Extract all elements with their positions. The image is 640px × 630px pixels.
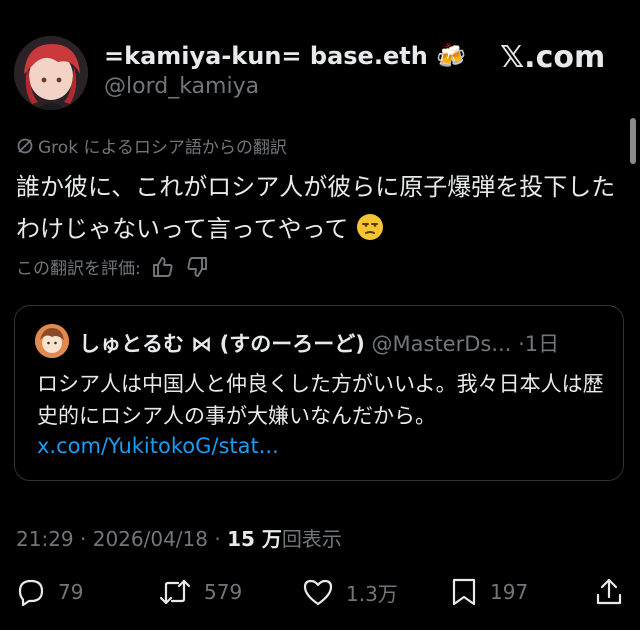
bookmark-button[interactable]: 197	[450, 570, 528, 614]
thumbs-up-icon[interactable]	[151, 255, 175, 279]
repost-button[interactable]: 579	[158, 570, 242, 614]
like-button[interactable]: 1.3万	[302, 570, 398, 614]
rate-translation: この翻訳を評価:	[16, 254, 209, 279]
scrollbar[interactable]	[630, 118, 636, 164]
rate-label: この翻訳を評価:	[16, 259, 141, 279]
tweet-text: 誰か彼に、これがロシア人が彼らに原子爆弾を投下したわけじゃないって言ってやって	[16, 166, 616, 250]
share-button[interactable]	[594, 570, 624, 614]
author-avatar[interactable]	[14, 36, 88, 110]
bookmark-icon	[450, 577, 478, 607]
share-icon	[594, 577, 624, 607]
quote-separator: ·	[518, 332, 525, 356]
reply-count: 79	[58, 580, 84, 604]
quote-author-handle[interactable]: @MasterDs...	[372, 332, 512, 356]
reply-icon	[16, 577, 46, 607]
quoted-tweet[interactable]: しゅとるむ ⋈ (すのーろーど) @MasterDs... ·1日 ロシア人は中…	[14, 305, 624, 481]
repost-icon	[158, 577, 192, 607]
heart-icon	[302, 577, 334, 607]
meta-separator: ·	[214, 527, 221, 551]
quote-age[interactable]: 1日	[525, 332, 559, 356]
author-handle[interactable]: @lord_kamiya	[104, 74, 259, 99]
bookmark-count: 197	[490, 580, 529, 604]
x-logo[interactable]: 𝕏.com	[500, 40, 605, 75]
repost-count: 579	[204, 580, 243, 604]
tweet-body: 誰か彼に、これがロシア人が彼らに原子爆弾を投下したわけじゃないって言ってやって	[16, 173, 616, 243]
translation-label: Grok によるロシア語からの翻訳	[38, 138, 287, 158]
reply-button[interactable]: 79	[16, 570, 83, 614]
meta-separator: ·	[80, 527, 87, 551]
quote-header: しゅとるむ ⋈ (すのーろーど) @MasterDs... ·1日	[79, 328, 559, 358]
unamused-face-icon	[356, 213, 384, 241]
beer-emoji: 🍻	[436, 42, 467, 70]
views-label: 回表示	[281, 527, 342, 551]
action-bar: 79 579 1.3万 197	[0, 570, 640, 614]
grok-icon	[16, 137, 34, 155]
like-count: 1.3万	[346, 581, 398, 606]
thumbs-down-icon[interactable]	[185, 255, 209, 279]
quote-link[interactable]: x.com/YukitokoG/stat...	[37, 434, 279, 458]
quote-author-name[interactable]: しゅとるむ ⋈ (すのーろーど)	[79, 332, 365, 356]
tweet-meta: 21:29 · 2026/04/18 · 15 万回表示	[16, 523, 342, 552]
author-name-text: =kamiya-kun= base.eth	[104, 42, 428, 70]
quote-text: ロシア人は中国人と仲良くした方がいいよ。我々日本人は歴史的にロシア人の事が大嫌い…	[37, 372, 604, 428]
tweet-date[interactable]: 2026/04/18	[93, 527, 208, 551]
views-count: 15 万	[227, 527, 282, 551]
author-display-name[interactable]: =kamiya-kun= base.eth 🍻	[104, 42, 466, 70]
translation-note[interactable]: Grok によるロシア語からの翻訳	[16, 133, 287, 158]
quote-avatar[interactable]	[35, 324, 69, 358]
tweet-time[interactable]: 21:29	[16, 527, 74, 551]
